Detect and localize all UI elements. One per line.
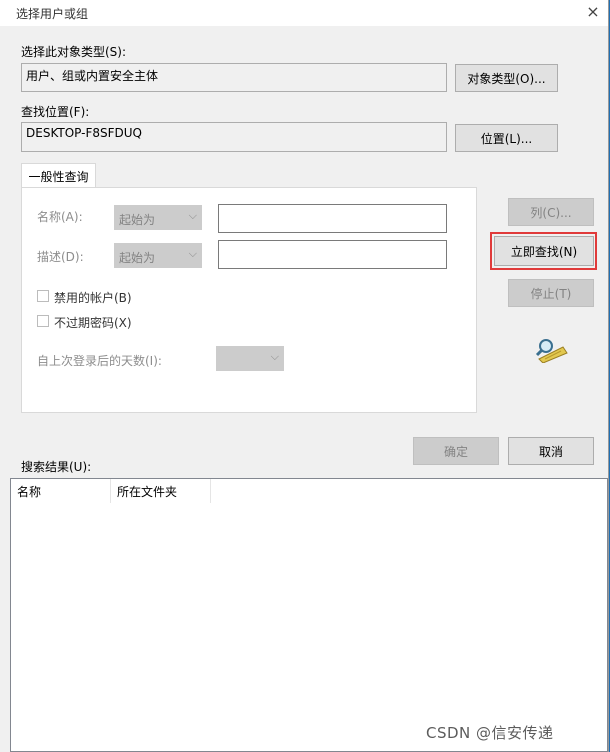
description-mode-select[interactable]: 起始为 ⌵ (114, 243, 202, 268)
locations-button[interactable]: 位置(L)... (455, 124, 558, 152)
chevron-down-icon: ⌵ (188, 247, 197, 260)
column-header-folder[interactable]: 所在文件夹 (117, 483, 177, 500)
title-bar: 选择用户或组 × (0, 0, 608, 26)
stop-button[interactable]: 停止(T) (508, 279, 594, 307)
close-icon[interactable]: × (582, 1, 604, 23)
tab-common-queries[interactable]: 一般性查询 (21, 163, 96, 188)
chevron-down-icon: ⌵ (188, 209, 197, 222)
column-divider[interactable] (110, 479, 111, 503)
cancel-button[interactable]: 取消 (508, 437, 594, 465)
dialog-title: 选择用户或组 (16, 7, 89, 21)
description-input[interactable] (218, 240, 447, 269)
watermark: CSDN @信安传递 (426, 724, 554, 742)
tab-label: 一般性查询 (28, 169, 89, 184)
name-mode-select[interactable]: 起始为 ⌵ (114, 205, 202, 230)
object-type-field: 用户、组或内置安全主体 (21, 63, 447, 92)
select-users-dialog: 选择用户或组 × 选择此对象类型(S): 用户、组或内置安全主体 对象类型(O)… (0, 0, 609, 752)
description-mode-value: 起始为 (119, 251, 156, 265)
chevron-down-icon: ⌵ (270, 350, 279, 363)
non-expiring-password-checkbox[interactable] (37, 315, 49, 327)
name-mode-value: 起始为 (119, 213, 156, 227)
days-since-logon-label: 自上次登录后的天数(I): (37, 354, 162, 368)
disabled-accounts-checkbox[interactable] (37, 290, 49, 302)
disabled-accounts-label: 禁用的帐户(B) (54, 291, 132, 305)
description-label: 描述(D): (37, 250, 84, 264)
search-results-list[interactable]: 名称 所在文件夹 (10, 478, 608, 752)
ok-button[interactable]: 确定 (413, 437, 499, 465)
search-results-label: 搜索结果(U): (21, 460, 92, 474)
name-input[interactable] (218, 204, 447, 233)
location-label: 查找位置(F): (21, 105, 90, 119)
column-header-name[interactable]: 名称 (17, 483, 41, 500)
object-type-label: 选择此对象类型(S): (21, 45, 127, 59)
columns-button[interactable]: 列(C)... (508, 198, 594, 226)
days-since-logon-select[interactable]: ⌵ (216, 346, 284, 371)
find-now-highlight-box (490, 232, 597, 270)
location-value: DESKTOP-F8SFDUQ (26, 126, 142, 140)
name-label: 名称(A): (37, 210, 83, 224)
column-divider[interactable] (210, 479, 211, 503)
object-type-value: 用户、组或内置安全主体 (26, 69, 159, 83)
object-types-button[interactable]: 对象类型(O)... (455, 64, 558, 92)
search-flashlight-icon (535, 339, 568, 363)
non-expiring-password-label: 不过期密码(X) (54, 316, 132, 330)
common-queries-panel: 名称(A): 起始为 ⌵ 描述(D): 起始为 ⌵ 禁用的帐户(B) 不过期密码… (21, 187, 477, 413)
location-field: DESKTOP-F8SFDUQ (21, 122, 447, 152)
